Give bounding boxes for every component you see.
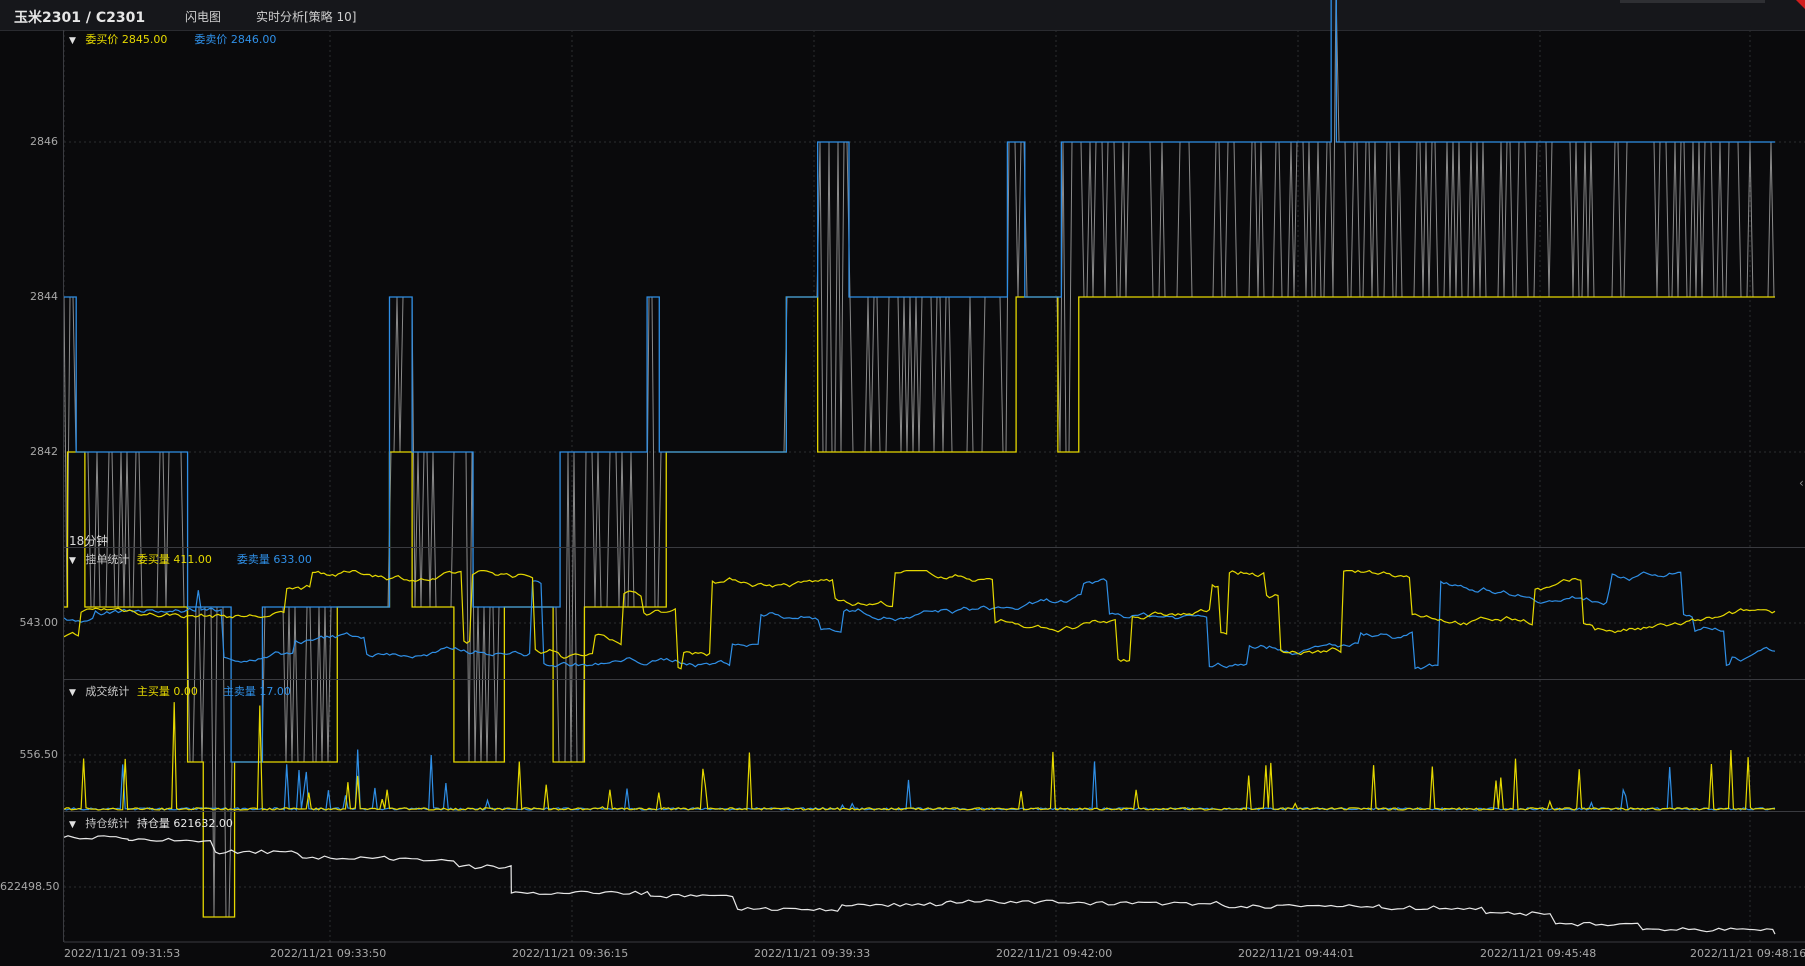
trades-ytick: 556.50	[19, 748, 59, 761]
price-ytick: 2844	[30, 290, 58, 303]
price-ytick: 2842	[30, 445, 58, 458]
oi-label: 持仓量	[136, 817, 170, 830]
oi-value: 621632.00	[173, 817, 233, 830]
panel-divider[interactable]	[63, 547, 1805, 548]
trades-panel-title: 成交统计	[85, 685, 130, 698]
chart-canvas[interactable]	[0, 0, 1805, 966]
resize-handle-icon[interactable]: ‹	[1799, 476, 1804, 490]
oi-legend: ▼ 持仓统计 持仓量 621632.00	[69, 815, 233, 831]
active-buy-value: 0.00	[173, 685, 198, 698]
x-tick-label: 2022/11/21 09:48:16	[1690, 947, 1805, 960]
x-tick-label: 2022/11/21 09:44:01	[1238, 947, 1355, 960]
ask-price-line	[64, 0, 1775, 763]
price-ytick: 2846	[30, 135, 58, 148]
x-tick-label: 2022/11/21 09:39:33	[754, 947, 871, 960]
bid-value: 2845.00	[121, 33, 168, 46]
mid-price-flicker-line	[63, 0, 1775, 918]
orders-ytick: 543.00	[19, 616, 59, 629]
orders-panel-title: 挂单统计	[85, 553, 130, 566]
oi-panel-title: 持仓统计	[85, 817, 130, 830]
active-buy-label: 主买量	[136, 685, 170, 698]
collapse-triangle-icon[interactable]: ▼	[69, 556, 76, 566]
collapse-triangle-icon[interactable]: ▼	[69, 36, 76, 46]
price-legend: ▼ 委买价 2845.00 委卖价 2846.00	[69, 31, 276, 47]
ask-label: 委卖价	[194, 33, 228, 46]
y-axis-line	[63, 30, 64, 942]
oi-ytick: 622498.50	[0, 880, 60, 893]
bid-volume-value: 411.00	[173, 553, 212, 566]
collapse-triangle-icon[interactable]: ▼	[69, 688, 76, 698]
time-span-label: 18分钟	[69, 534, 109, 548]
ask-value: 2846.00	[230, 33, 277, 46]
orders-legend: ▼ 挂单统计 委买量 411.00 委卖量 633.00	[69, 551, 312, 567]
panel-divider[interactable]	[63, 811, 1805, 812]
bid-volume-line	[63, 569, 1776, 670]
x-tick-label: 2022/11/21 09:33:50	[270, 947, 387, 960]
x-tick-label: 2022/11/21 09:42:00	[996, 947, 1113, 960]
bid-volume-label: 委买量	[136, 553, 170, 566]
x-tick-label: 2022/11/21 09:45:48	[1480, 947, 1597, 960]
active-sell-value: 17.00	[259, 685, 291, 698]
bid-label: 委买价	[85, 33, 119, 46]
active-sell-line	[63, 749, 1776, 811]
x-tick-label: 2022/11/21 09:36:15	[512, 947, 629, 960]
ask-volume-value: 633.00	[273, 553, 312, 566]
open-interest-line	[63, 835, 1776, 935]
active-buy-line	[63, 702, 1776, 811]
collapse-triangle-icon[interactable]: ▼	[69, 820, 76, 830]
trades-legend: ▼ 成交统计 主买量 0.00 主卖量 17.00	[69, 683, 291, 699]
x-tick-label: 2022/11/21 09:31:53	[64, 947, 181, 960]
ask-volume-label: 委卖量	[236, 553, 270, 566]
panel-divider[interactable]	[63, 679, 1805, 680]
active-sell-label: 主卖量	[222, 685, 256, 698]
